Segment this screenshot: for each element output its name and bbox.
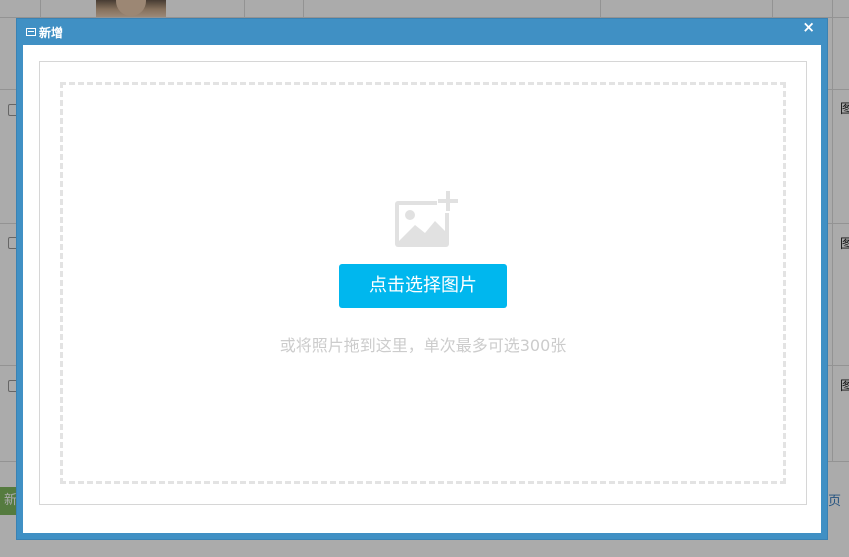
window-icon	[26, 28, 36, 36]
close-button[interactable]: ×	[802, 19, 815, 35]
image-add-icon	[395, 191, 459, 247]
dialog-body: 点击选择图片 或将照片拖到这里，单次最多可选300张	[23, 45, 821, 533]
select-images-button[interactable]: 点击选择图片	[339, 264, 507, 308]
drop-hint: 或将照片拖到这里，单次最多可选300张	[279, 336, 567, 355]
dialog-titlebar[interactable]: 新增 ×	[17, 19, 827, 45]
dialog-title: 新增	[39, 26, 64, 40]
add-dialog: 新增 × 点击选择图片 或将照片拖到这里，单次最多可选300张	[16, 18, 828, 540]
upload-panel: 点击选择图片 或将照片拖到这里，单次最多可选300张	[39, 61, 807, 505]
drop-zone[interactable]: 点击选择图片 或将照片拖到这里，单次最多可选300张	[60, 82, 786, 484]
